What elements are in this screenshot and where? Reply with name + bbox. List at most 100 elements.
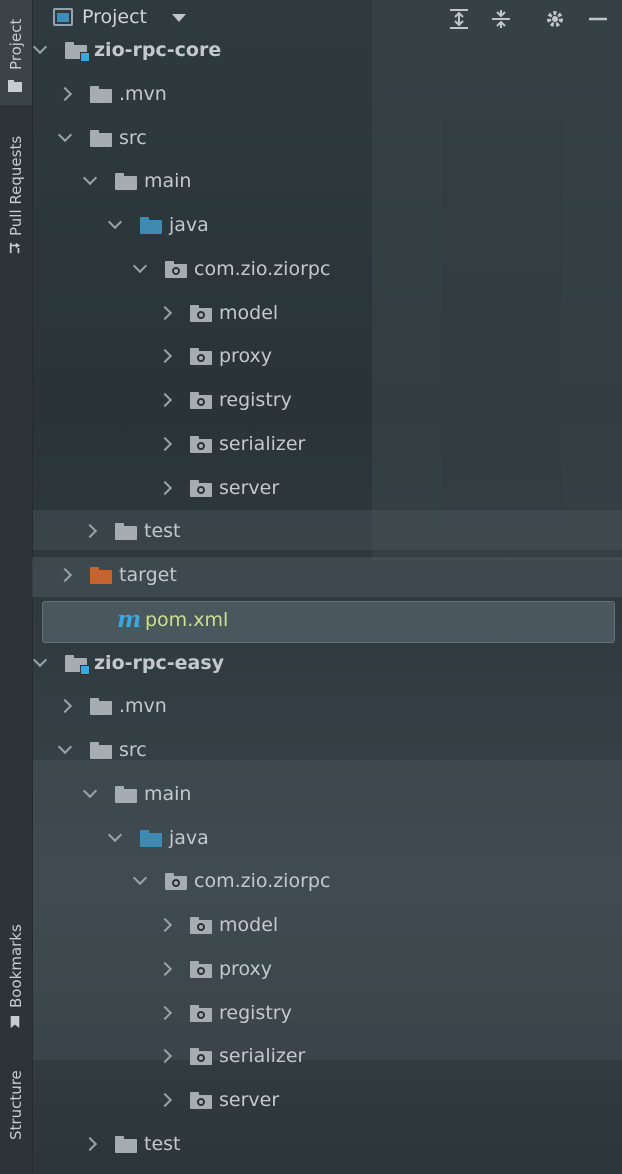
tree-row[interactable]: .mvn [32, 76, 622, 116]
chevron-right-icon[interactable] [57, 699, 73, 714]
tree-row[interactable]: m pom.xml [42, 600, 615, 643]
tree-row[interactable]: src [32, 120, 622, 160]
chevron-down-icon[interactable] [132, 871, 148, 886]
tree-item-label: main [144, 170, 192, 193]
package-icon [190, 304, 212, 322]
chevron-down-icon[interactable] [57, 739, 73, 755]
chevron-right-icon[interactable] [157, 305, 173, 320]
view-dropdown-chevron-icon[interactable] [172, 14, 186, 22]
tree-row[interactable]: .mvn [32, 688, 622, 728]
pull-requests-tool-tab[interactable]: Pull Requests [0, 118, 32, 263]
tree-item-label: .mvn [119, 695, 167, 718]
chevron-right-icon[interactable] [157, 917, 173, 933]
tree-row[interactable]: main [32, 163, 622, 203]
tree-row[interactable]: test [32, 513, 622, 553]
tree-row[interactable]: server [32, 470, 622, 510]
folder-icon [8, 80, 22, 92]
chevron-right-icon[interactable] [157, 1092, 173, 1108]
structure-tool-tab[interactable]: Structure [0, 1056, 32, 1174]
tree-item-label: zio-rpc-core [94, 39, 222, 61]
chevron-right-icon[interactable] [157, 480, 173, 495]
chevron-down-icon[interactable] [82, 171, 98, 186]
tree-row[interactable]: java [32, 207, 622, 247]
chevron-right-icon[interactable] [157, 961, 173, 976]
tree-item-label: java [169, 826, 209, 849]
chevron-right-icon[interactable] [57, 86, 73, 101]
tree-row[interactable]: model [32, 295, 622, 335]
tree-row[interactable]: registry [32, 382, 622, 422]
package-icon [190, 960, 212, 978]
tree-row[interactable]: src [32, 732, 622, 772]
package-icon [190, 1092, 212, 1109]
bookmarks-tool-tab[interactable]: Bookmarks [0, 912, 32, 1037]
package-icon [190, 392, 212, 409]
chevron-down-icon[interactable] [32, 39, 48, 55]
tree-item-label: serializer [219, 432, 306, 455]
tree-row[interactable]: main [32, 776, 622, 816]
tree-row[interactable]: serializer [32, 426, 622, 466]
chevron-down-icon[interactable] [82, 783, 98, 798]
chevron-right-icon[interactable] [157, 392, 173, 408]
maven-file-icon: m [117, 605, 142, 633]
package-icon [165, 260, 187, 278]
structure-tab-label: Structure [7, 1070, 25, 1140]
chevron-right-icon[interactable] [82, 524, 98, 539]
chevron-right-icon[interactable] [157, 1005, 173, 1020]
tree-item-label: test [144, 520, 181, 543]
expand-all-icon[interactable] [448, 8, 470, 30]
chevron-down-icon[interactable] [57, 127, 73, 142]
folder-icon [115, 173, 137, 191]
tree-row[interactable]: test [32, 1126, 622, 1166]
collapse-all-icon[interactable] [490, 8, 512, 30]
tree-item-label: registry [219, 1001, 292, 1024]
package-icon [190, 1048, 212, 1066]
tree-item-label: zio-rpc-easy [94, 651, 225, 674]
pull-requests-tab-label: Pull Requests [7, 135, 25, 236]
tree-item-label: test [144, 1132, 181, 1155]
chevron-down-icon[interactable] [132, 258, 148, 273]
tree-row[interactable]: target [32, 557, 622, 597]
chevron-right-icon[interactable] [157, 436, 173, 451]
folder-icon [115, 523, 137, 541]
chevron-right-icon[interactable] [57, 567, 73, 583]
folder-icon [115, 1135, 137, 1153]
tree-item-label: model [219, 914, 279, 936]
source-folder-icon [140, 217, 162, 234]
tree-row[interactable]: com.zio.ziorpc [32, 251, 622, 291]
chevron-down-icon[interactable] [107, 827, 123, 842]
tree-item-label: src [119, 126, 147, 149]
tree-row[interactable]: com.zio.ziorpc [32, 863, 622, 903]
folder-icon [90, 742, 112, 759]
project-tool-tab[interactable]: Project [0, 0, 32, 105]
chevron-right-icon[interactable] [157, 1049, 173, 1064]
tree-row[interactable]: java [32, 820, 622, 860]
tree-module-row[interactable]: zio-rpc-core [32, 32, 622, 72]
folder-icon [115, 785, 137, 803]
tree-item-label: server [219, 476, 280, 499]
package-icon [190, 917, 212, 934]
gear-icon[interactable] [544, 8, 566, 30]
folder-icon [90, 85, 112, 103]
minimize-icon[interactable] [587, 8, 609, 30]
chevron-right-icon[interactable] [82, 1136, 98, 1151]
tree-row[interactable]: proxy [32, 951, 622, 991]
project-tab-label: Project [7, 18, 25, 70]
tree-row[interactable]: proxy [32, 338, 622, 378]
folder-icon [90, 129, 112, 147]
project-window-icon [53, 8, 73, 26]
module-folder-icon [65, 42, 90, 62]
chevron-down-icon[interactable] [32, 652, 48, 667]
tree-row[interactable]: server [32, 1082, 622, 1122]
source-folder-icon [140, 829, 162, 847]
tree-module-row[interactable]: zio-rpc-easy [32, 645, 622, 685]
tree-row[interactable]: registry [32, 995, 622, 1035]
tree-item-label: com.zio.ziorpc [194, 870, 331, 893]
chevron-down-icon[interactable] [107, 214, 123, 230]
tree-item-label: proxy [219, 957, 272, 980]
tree-item-label: registry [219, 389, 292, 411]
package-icon [190, 348, 212, 366]
tree-row[interactable]: model [32, 907, 622, 947]
chevron-right-icon[interactable] [157, 349, 173, 364]
tree-row[interactable]: serializer [32, 1038, 622, 1078]
bookmark-icon [10, 1016, 20, 1028]
